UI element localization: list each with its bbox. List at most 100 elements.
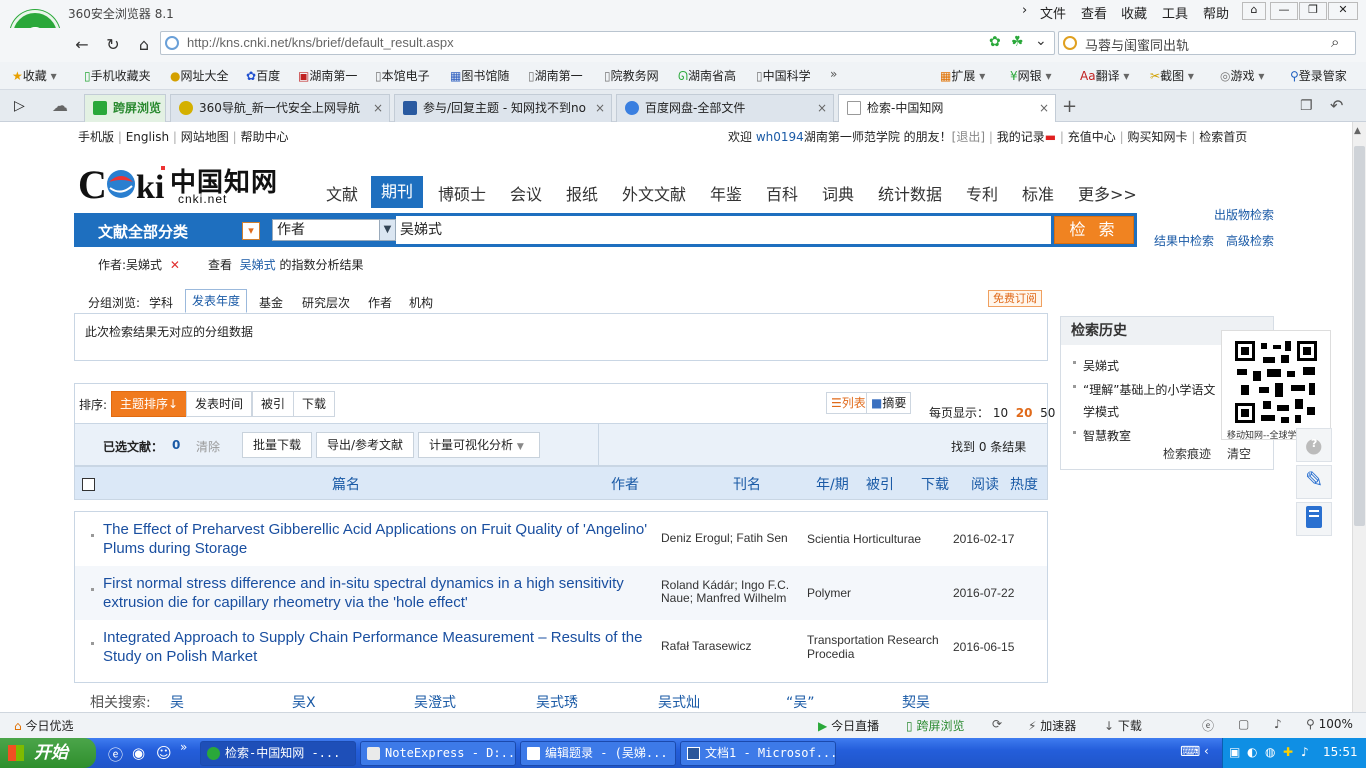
tab-close-icon[interactable]: × bbox=[373, 95, 383, 121]
select-all-checkbox[interactable] bbox=[82, 478, 95, 491]
tab-cnki[interactable]: 检索-中国知网 × bbox=[838, 94, 1056, 122]
link-buy-card[interactable]: 购买知网卡 bbox=[1128, 130, 1188, 144]
per-page-50[interactable]: 50 bbox=[1040, 406, 1055, 420]
related-term[interactable]: 吴X bbox=[292, 692, 316, 712]
group-year[interactable]: 发表年度 bbox=[185, 289, 248, 313]
sound-icon[interactable]: ♪ bbox=[1274, 717, 1282, 731]
quicklaunch-qq-icon[interactable]: ☺ bbox=[156, 744, 172, 762]
username[interactable]: wh0194 bbox=[756, 130, 804, 144]
link-advanced-search[interactable]: 高级检索 bbox=[1226, 232, 1274, 249]
col-download[interactable]: 下载 bbox=[921, 474, 949, 494]
col-year[interactable]: 年/期 bbox=[816, 474, 849, 494]
cloud-icon[interactable]: ☁ bbox=[52, 96, 68, 115]
start-button[interactable]: 开始 bbox=[0, 738, 96, 768]
task-word[interactable]: 文档1 - Microsof... bbox=[680, 741, 836, 766]
search-engine-icon[interactable] bbox=[1063, 36, 1077, 50]
view-list-button[interactable]: ☰列表 bbox=[826, 392, 871, 414]
result-source[interactable]: Transportation Research Procedia bbox=[807, 633, 949, 661]
tray-noteexpress-icon[interactable]: ▣ bbox=[1229, 745, 1240, 759]
tray-volume-icon[interactable]: ♪ bbox=[1301, 745, 1309, 759]
today-live[interactable]: ▶ 今日直播 bbox=[818, 717, 879, 734]
fav-mobile[interactable]: ▯手机收藏夹 bbox=[84, 67, 151, 84]
per-page-10[interactable]: 10 bbox=[993, 406, 1008, 420]
feedback-icon[interactable]: ●? bbox=[1296, 428, 1332, 462]
task-noteexpress[interactable]: NoteExpress - D:... bbox=[360, 741, 516, 766]
channel-conference[interactable]: 会议 bbox=[510, 181, 542, 205]
fav-cas[interactable]: ▯中国科学 bbox=[756, 67, 811, 84]
index-analysis-link[interactable]: 吴娣式 bbox=[240, 258, 276, 272]
tab-close-icon[interactable]: × bbox=[595, 95, 605, 121]
close-window-icon[interactable]: ✕ bbox=[1328, 2, 1358, 20]
channel-encyclopedia[interactable]: 百科 bbox=[766, 181, 798, 205]
clear-selection[interactable]: 清除 bbox=[196, 438, 220, 455]
tray-network-icon[interactable]: ◍ bbox=[1265, 745, 1275, 759]
fav-hunan2[interactable]: ▯湖南第一 bbox=[528, 67, 583, 84]
remove-filter-icon[interactable]: ✕ bbox=[170, 258, 180, 272]
result-source[interactable]: Polymer bbox=[807, 586, 949, 600]
search-button[interactable]: 检 索 bbox=[1054, 216, 1134, 244]
visual-analysis-button[interactable]: 计量可视化分析 ▼ bbox=[418, 432, 540, 458]
status-history-icon[interactable]: ⟳ bbox=[992, 717, 1002, 731]
speed-mode-icon[interactable]: ☘ bbox=[1011, 34, 1024, 50]
maximize-icon[interactable]: ❐ bbox=[1299, 2, 1327, 20]
zoom-level[interactable]: ⚲ 100% bbox=[1306, 717, 1353, 731]
history-item[interactable]: “理解”基础上的小学语文 bbox=[1083, 381, 1215, 398]
task-cnki[interactable]: 检索-中国知网 -... bbox=[200, 741, 356, 766]
notes-icon[interactable] bbox=[1296, 502, 1332, 536]
status-window-icon[interactable]: ▢ bbox=[1238, 717, 1249, 731]
channel-literature[interactable]: 文献 bbox=[326, 181, 358, 205]
fav-login-mgr[interactable]: ⚲登录管家 bbox=[1290, 67, 1347, 84]
group-level[interactable]: 研究层次 bbox=[302, 294, 350, 311]
menu-favorites[interactable]: 收藏 bbox=[1121, 3, 1147, 22]
qr-code-panel[interactable]: 移动知网--全球学 bbox=[1221, 330, 1331, 441]
undo-close-icon[interactable]: ↶ bbox=[1330, 96, 1343, 115]
keyword-input[interactable]: 吴娣式 bbox=[396, 216, 1051, 244]
category-dropdown-icon[interactable]: ▾ bbox=[242, 222, 260, 240]
quicklaunch-more-icon[interactable]: » bbox=[180, 740, 187, 754]
link-my-records[interactable]: 我的记录 bbox=[997, 130, 1045, 144]
tab-list-icon[interactable]: ❐ bbox=[1300, 98, 1313, 114]
pin-icon[interactable]: ⌂ bbox=[1242, 2, 1266, 20]
tab-close-icon[interactable]: × bbox=[817, 95, 827, 121]
new-tab-icon[interactable]: + bbox=[1062, 96, 1077, 117]
minimize-icon[interactable]: — bbox=[1270, 2, 1298, 20]
task-edit-record[interactable]: 编辑题录 - (吴娣... bbox=[520, 741, 676, 766]
status-crossscreen[interactable]: ▯ 跨屏浏览 bbox=[906, 717, 964, 734]
related-term[interactable]: 吴 bbox=[170, 692, 184, 712]
subscribe-button[interactable]: 免费订阅 bbox=[988, 290, 1042, 307]
result-authors[interactable]: Deniz Erogul; Fatih Sen bbox=[661, 532, 797, 545]
fav-academic[interactable]: ▯院教务网 bbox=[604, 67, 659, 84]
result-title[interactable]: First normal stress difference and in-si… bbox=[103, 574, 648, 612]
fav-sites[interactable]: ●网址大全 bbox=[170, 67, 229, 84]
tray-expand-icon[interactable]: ‹ bbox=[1204, 744, 1209, 758]
sort-topic-button[interactable]: 主题排序↓ bbox=[111, 391, 188, 417]
fav-screenshot[interactable]: ✂截图 ▾ bbox=[1150, 67, 1194, 84]
col-title[interactable]: 篇名 bbox=[332, 474, 360, 494]
category-label[interactable]: 文献全部分类 bbox=[98, 221, 188, 242]
fav-hunan-prov[interactable]: ᘏ湖南省高 bbox=[678, 67, 736, 84]
history-item[interactable]: 吴娣式 bbox=[1083, 357, 1119, 374]
history-item[interactable]: 学模式 bbox=[1083, 403, 1119, 420]
status-ie-icon[interactable]: ⓔ bbox=[1202, 717, 1214, 734]
tab-forum[interactable]: 参与/回复主题 - 知网找不到no × bbox=[394, 94, 612, 122]
fav-library[interactable]: ▦图书馆随 bbox=[450, 67, 509, 84]
channel-more[interactable]: 更多>> bbox=[1078, 181, 1137, 205]
url-dropdown-icon[interactable]: ⌄ bbox=[1035, 33, 1047, 49]
quicklaunch-browser-icon[interactable]: ◉ bbox=[132, 744, 145, 762]
tab-baidupan[interactable]: 百度网盘-全部文件 × bbox=[616, 94, 834, 122]
export-button[interactable]: 导出/参考文献 bbox=[316, 432, 415, 458]
fav-bank[interactable]: ¥网银 ▾ bbox=[1010, 67, 1052, 84]
tab-close-icon[interactable]: × bbox=[1039, 95, 1049, 121]
related-term[interactable]: 吴式灿 bbox=[658, 692, 700, 712]
history-trace[interactable]: 检索痕迹 bbox=[1163, 445, 1211, 462]
menu-tools[interactable]: 工具 bbox=[1162, 3, 1188, 22]
fav-hunan1[interactable]: ▣湖南第一 bbox=[298, 67, 357, 84]
link-sitemap[interactable]: 网站地图 bbox=[181, 130, 229, 144]
channel-patent[interactable]: 专利 bbox=[966, 181, 998, 205]
channel-thesis[interactable]: 博硕士 bbox=[438, 181, 486, 205]
today-picks[interactable]: ⌂ 今日优选 bbox=[14, 717, 73, 734]
sort-cited-button[interactable]: 被引 bbox=[252, 391, 295, 417]
result-title[interactable]: Integrated Approach to Supply Chain Perf… bbox=[103, 628, 648, 666]
security-shield-icon[interactable]: ✿ bbox=[989, 34, 1001, 50]
fav-baidu[interactable]: ✿百度 bbox=[246, 67, 280, 84]
